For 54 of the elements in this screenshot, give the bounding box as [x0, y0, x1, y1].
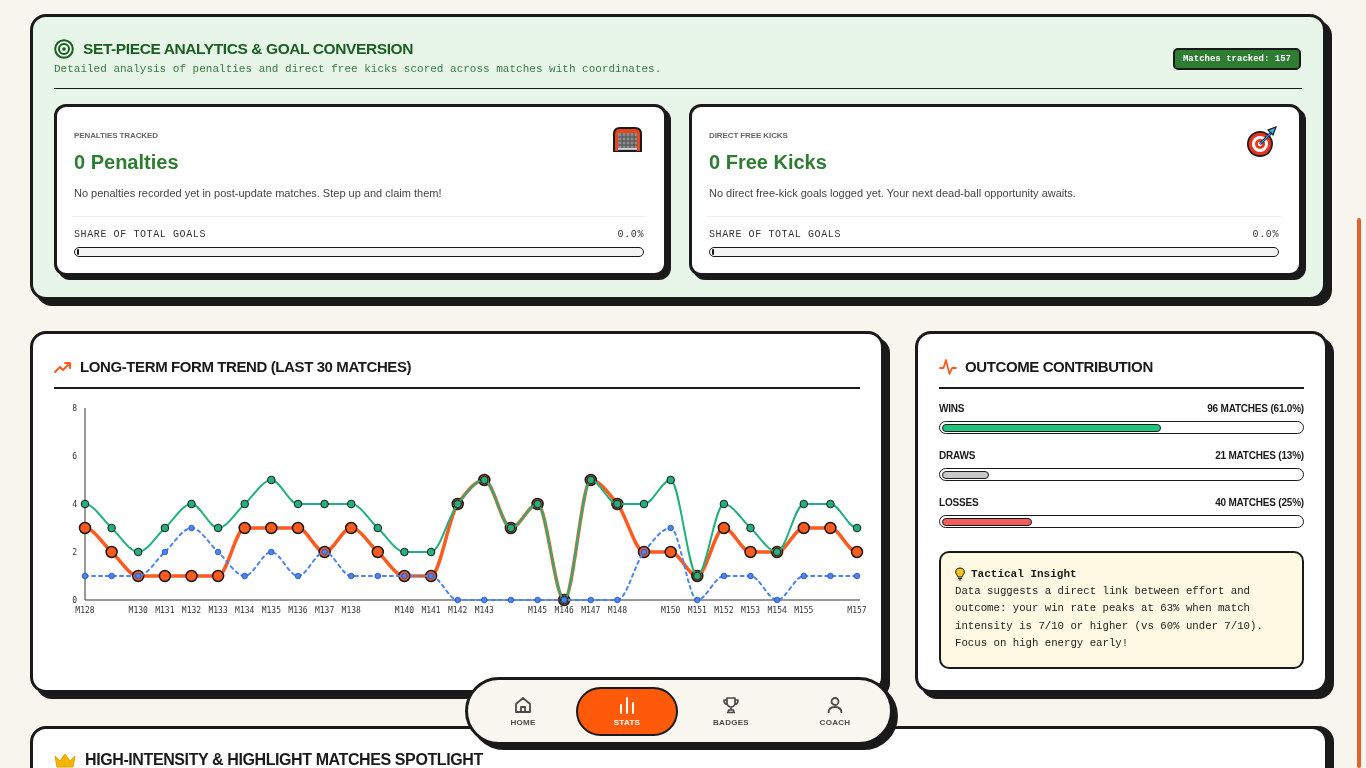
- card-value: 0 Free Kicks: [709, 150, 827, 175]
- outcome-label: WINS: [939, 403, 965, 415]
- card-value: 0 Penalties: [74, 150, 179, 175]
- outcome-reading: 21 MATCHES (13%): [1215, 450, 1304, 462]
- panel-title: HIGH-INTENSITY & HIGHLIGHT MATCHES SPOTLIGHT: [85, 752, 483, 768]
- axis-tick-label: M150: [661, 606, 681, 615]
- axis-tick-label: M155: [794, 606, 814, 615]
- insight-title: Tactical Insight: [971, 567, 1077, 581]
- axis-tick-label: M141: [421, 606, 441, 615]
- card-label: PENALTIES TRACKED: [74, 131, 159, 141]
- axis-tick-label: 2: [72, 548, 77, 557]
- panel-title: LONG-TERM FORM TREND (LAST 30 MATCHES): [80, 357, 412, 377]
- outcome-label: LOSSES: [939, 497, 979, 509]
- axis-tick-label: 0: [72, 596, 77, 605]
- axis-tick-label: 4: [72, 500, 77, 509]
- axis-tick-label: M140: [394, 606, 415, 615]
- outcome-label: DRAWS: [939, 450, 976, 462]
- panel-title: OUTCOME CONTRIBUTION: [965, 357, 1153, 377]
- share-value: 0.0%: [617, 229, 644, 241]
- axis-tick-label: M145: [527, 606, 548, 615]
- card-description: No penalties recorded yet in post-update matches. Step up and claim them!: [74, 186, 443, 200]
- axis-tick-label: M137: [314, 606, 335, 615]
- insight-text: Data suggests a direct link between effort and outcome: your win rate peaks at 63% when match intensity is 7/10 or higher (vs 60% under 7/10). Focus on high energy early!: [955, 584, 1264, 651]
- outcome-reading: 40 MATCHES (25%): [1215, 497, 1304, 509]
- axis-tick-label: M143: [474, 606, 494, 615]
- axis-tick-label: M148: [607, 606, 628, 615]
- panel-title: SET-PIECE ANALYTICS & GOAL CONVERSION: [83, 41, 413, 57]
- outcome-reading: 96 MATCHES (61.0%): [1207, 403, 1304, 415]
- axis-tick-label: M157: [847, 606, 867, 615]
- axis-tick-label: M138: [341, 606, 361, 615]
- share-value: 0.0%: [1252, 229, 1279, 241]
- share-label: SHARE OF TOTAL GOALS: [74, 229, 207, 241]
- axis-tick-label: M153: [740, 606, 761, 615]
- axis-tick-label: M146: [554, 606, 574, 615]
- panel-subtitle: Detailed analysis of penalties and direct free kicks scored across matches with coordinates.: [54, 62, 662, 76]
- card-label: DIRECT FREE KICKS: [709, 131, 789, 141]
- axis-tick-label: M152: [714, 606, 734, 615]
- axis-tick-label: M133: [208, 606, 228, 615]
- axis-tick-label: M131: [155, 606, 175, 615]
- card-description: No direct free-kick goals logged yet. Your next dead-ball opportunity awaits.: [709, 186, 1077, 200]
- axis-tick-label: M134: [235, 606, 255, 615]
- share-label: SHARE OF TOTAL GOALS: [709, 229, 842, 241]
- matches-tracked-badge: Matches tracked: 157: [1172, 47, 1301, 70]
- axis-tick-label: M154: [767, 606, 787, 615]
- axis-tick-label: M130: [128, 606, 148, 615]
- axis-tick-label: M142: [448, 606, 468, 615]
- axis-tick-label: M147: [581, 606, 601, 615]
- axis-tick-label: M128: [75, 606, 95, 615]
- axis-tick-label: M132: [181, 606, 202, 615]
- axis-tick-label: M151: [687, 606, 707, 615]
- axis-tick-label: 8: [72, 404, 77, 413]
- axis-tick-label: M135: [261, 606, 281, 615]
- axis-tick-label: 6: [72, 452, 77, 461]
- axis-tick-label: M136: [288, 606, 308, 615]
